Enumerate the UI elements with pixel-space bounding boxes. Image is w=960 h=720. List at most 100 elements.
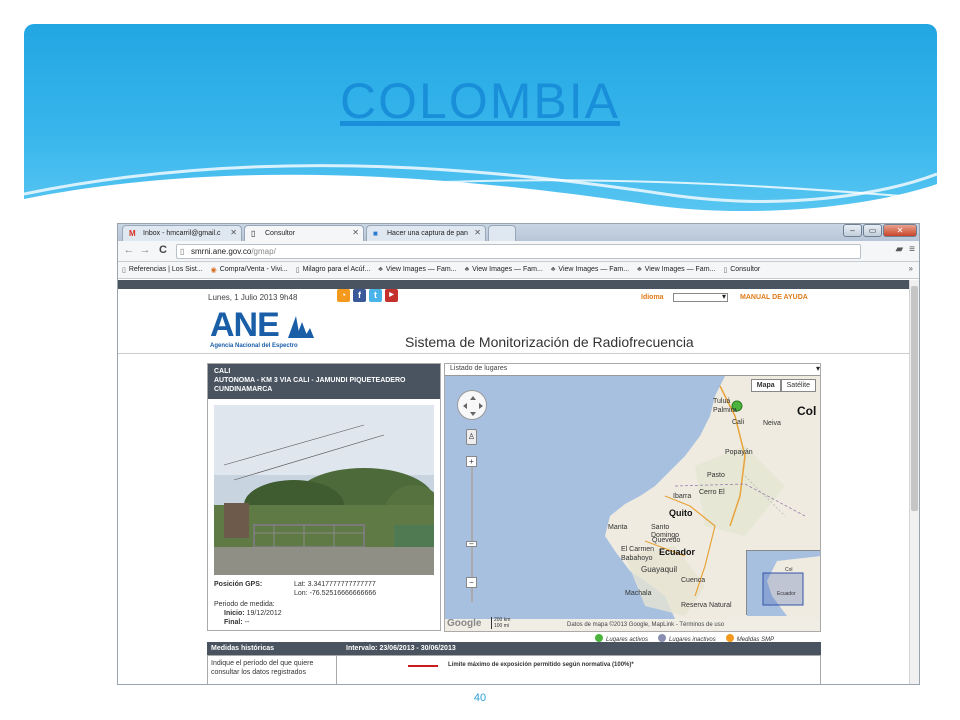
bookmark-item[interactable]: ◉ Compra/Venta - Vivi... — [211, 262, 296, 278]
zoom-out-button[interactable]: − — [466, 577, 477, 588]
map-label: Reserva Natural — [681, 602, 732, 609]
twitter-icon[interactable]: t — [369, 289, 382, 302]
close-icon[interactable]: ✕ — [352, 228, 359, 237]
map-label: Neiva — [763, 420, 781, 427]
idioma-label: Idioma — [641, 294, 664, 301]
map-country-label: Ecuador — [659, 547, 696, 557]
station-department: CUNDINAMARCA — [214, 386, 273, 393]
bookmarks-bar: ▯ Referencias | Los Sist... ◉ Compra/Venta… — [118, 262, 919, 279]
bookmark-item[interactable]: ♣ View Images — Fam... — [551, 262, 637, 278]
bookmark-item[interactable]: ▯ Milagro para el Acúf... — [296, 262, 379, 278]
social-links: ◔ f t ▶ — [337, 289, 398, 302]
menu-icon[interactable]: ≡ — [909, 244, 915, 255]
zoom-slider-handle[interactable]: – — [466, 540, 477, 548]
station-address: AUTONOMA - KM 3 VIA CALI - JAMUNDI PIQUE… — [214, 377, 406, 384]
window-close-icon[interactable]: ✕ — [883, 224, 917, 237]
url-input[interactable]: ▯ smrni.ane.gov.co/gmap/ — [176, 244, 861, 259]
map-label: El Carmen — [621, 546, 655, 553]
ane-logo[interactable]: ANE Agencia Nacional del Espectro — [210, 306, 325, 350]
places-select[interactable]: Listado de lugares — [445, 364, 820, 376]
historic-title: Medidas históricas — [211, 645, 275, 652]
bookmark-item[interactable]: ▯ Referencias | Los Sist... — [122, 262, 211, 278]
url-host: smrni.ane.gov.co — [191, 247, 252, 256]
bookmark-label: Referencias | Los Sist... — [128, 266, 203, 273]
maximize-icon[interactable]: ▭ — [863, 224, 882, 237]
youtube-icon[interactable]: ▶ — [385, 289, 398, 302]
map-label: Machala — [625, 590, 652, 597]
gps-lon: Lon: -76.52516666666666 — [294, 590, 377, 597]
bookmark-label: View Images — Fam... — [385, 266, 457, 273]
period-label: Periodo de medida: — [214, 601, 275, 608]
scrollbar-thumb[interactable] — [911, 286, 918, 511]
page-number: 40 — [473, 692, 487, 704]
page-icon: ▯ — [295, 267, 300, 274]
bookmark-item[interactable]: ♣ View Images — Fam... — [465, 262, 551, 278]
page-content: Lunes, 1 Julio 2013 9h48 ◔ f t ▶ Idioma … — [118, 280, 911, 684]
station-city: CALI — [214, 368, 231, 375]
end-value: -- — [244, 619, 250, 626]
green-dot-icon — [595, 634, 603, 642]
scrollbar[interactable] — [909, 280, 919, 684]
start-value: 19/12/2012 — [246, 610, 282, 617]
logo-subtitle: Agencia Nacional del Espectro — [210, 343, 298, 349]
close-icon[interactable]: ✕ — [230, 228, 237, 237]
tab-consultor[interactable]: ▯ Consultor ✕ — [244, 225, 364, 241]
page-icon: ▯ — [251, 229, 256, 238]
url-path: /gmap/ — [251, 247, 276, 256]
map-type-control: Mapa Satélite — [750, 379, 816, 392]
gray-dot-icon — [658, 634, 667, 642]
overview-terrain — [747, 551, 820, 616]
historic-body: Indique el período del que quiere consul… — [207, 655, 821, 684]
page-icon: ▯ — [122, 267, 126, 274]
language-select[interactable] — [673, 292, 728, 302]
overview-map[interactable]: Col Ecuador — [746, 550, 820, 616]
facebook-icon[interactable]: f — [353, 289, 366, 302]
window-controls: – ▭ ✕ — [843, 224, 917, 237]
minimize-icon[interactable]: – — [843, 224, 862, 237]
limit-label: Límite máximo de exposición permitido se… — [448, 662, 634, 668]
orange-dot-icon — [725, 634, 734, 642]
scale-mi: 100 mi — [494, 623, 510, 629]
back-icon[interactable]: ← — [122, 244, 136, 256]
pegman-icon[interactable]: ♙ — [466, 429, 477, 445]
new-tab-button[interactable] — [488, 225, 516, 241]
tab-label: Inbox - hmcarril@gmail.c — [143, 230, 221, 237]
manual-link[interactable]: MANUAL DE AYUDA — [740, 294, 808, 301]
tab-captura[interactable]: ■ Hacer una captura de pan ✕ — [366, 225, 486, 241]
forward-icon[interactable]: → — [138, 244, 152, 256]
map-footer: Google 200 km 100 mi Datos de mapa ©2013… — [445, 617, 820, 631]
bookmark-item[interactable]: ♣ View Images — Fam... — [637, 262, 723, 278]
slide-title[interactable]: COLOMBIA — [0, 72, 960, 130]
tab-inbox[interactable]: M Inbox - hmcarril@gmail.c ✕ — [122, 225, 242, 241]
tree-icon: ♣ — [550, 266, 556, 273]
tree-icon: ♣ — [637, 266, 642, 273]
map-view[interactable]: Listado de lugares Mapa Satélite ♙ + – −… — [444, 363, 821, 632]
map-label: Popayán — [725, 449, 753, 456]
limit-line-swatch — [408, 665, 438, 667]
gps-lat: Lat: 3.3417777777777777 — [294, 581, 376, 588]
map-label: Ibarra — [673, 493, 692, 500]
zoom-in-button[interactable]: + — [466, 456, 477, 467]
bookmark-item[interactable]: ▯ Consultor — [723, 262, 768, 278]
station-photo — [214, 405, 434, 575]
bookmarks-overflow-icon[interactable]: » — [909, 264, 913, 273]
bookmark-item[interactable]: ♣ View Images — Fam... — [378, 262, 464, 278]
map-label: Palmira — [713, 407, 737, 414]
map-type-satellite[interactable]: Satélite — [780, 379, 816, 392]
rss-icon[interactable]: ◔ — [337, 289, 350, 302]
ane-wave-icon — [288, 316, 314, 338]
close-icon[interactable]: ✕ — [474, 228, 481, 237]
map-type-map[interactable]: Mapa — [750, 379, 781, 392]
map-attribution[interactable]: Datos de mapa ©2013 Google, MapLink - Té… — [567, 622, 724, 628]
pan-control[interactable] — [457, 390, 487, 420]
reload-icon[interactable]: C — [156, 244, 170, 256]
map-label: Pasto — [707, 472, 725, 479]
extension-icon[interactable]: ▰ — [895, 244, 903, 255]
station-info: Posición GPS: Lat: 3.3417777777777777 Lon… — [214, 580, 376, 627]
map-label: Babahoyo — [621, 555, 653, 562]
start-label: Inicio: — [224, 610, 245, 617]
historic-header: Medidas históricas Intervalo: 23/06/2013… — [207, 642, 821, 655]
map-label: Quito — [669, 508, 693, 518]
map-label: Manta — [608, 524, 628, 531]
station-header: CALI AUTONOMA - KM 3 VIA CALI - JAMUNDI … — [208, 364, 440, 399]
